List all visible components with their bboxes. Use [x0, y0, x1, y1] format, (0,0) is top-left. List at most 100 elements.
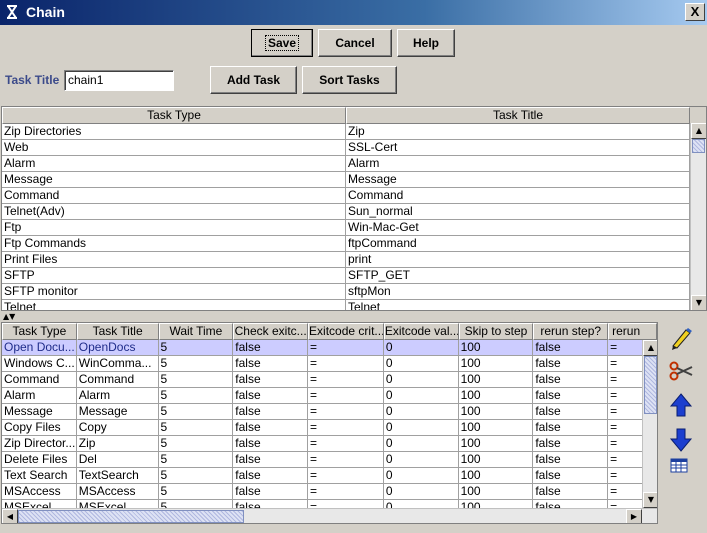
column-header-task-title[interactable]: Task Title	[76, 323, 159, 340]
table-row[interactable]: Telnet Telnet	[2, 300, 706, 310]
skip-to-step-cell[interactable]: 100	[458, 452, 534, 468]
wait-time-cell[interactable]: 5	[158, 404, 234, 420]
exitcode-value-cell[interactable]: 0	[383, 468, 459, 484]
cut-scissors-icon[interactable]	[668, 358, 694, 384]
column-header-task-type[interactable]: Task Type	[2, 323, 77, 340]
scroll-down-icon[interactable]: ▼	[643, 492, 657, 508]
column-header-wait-time[interactable]: Wait Time	[158, 323, 234, 340]
exitcode-criteria-cell[interactable]: =	[308, 372, 384, 388]
close-button[interactable]: X	[685, 3, 705, 21]
exitcode-criteria-cell[interactable]: =	[308, 436, 384, 452]
task-title-cell[interactable]: print	[346, 252, 690, 268]
task-title-cell[interactable]: SFTP_GET	[346, 268, 690, 284]
task-title-cell[interactable]: Message	[346, 172, 690, 188]
task-title-cell[interactable]: Command	[346, 188, 690, 204]
table-row[interactable]: Zip Director... Zip 5 false = 0 100 false =	[2, 436, 657, 452]
skip-to-step-cell[interactable]: 100	[458, 404, 534, 420]
column-header-check-exitcode[interactable]: Check exitc...	[233, 323, 309, 340]
rerun-step-cell[interactable]: false	[533, 388, 609, 404]
exitcode-criteria-cell[interactable]: =	[308, 468, 384, 484]
task-type-cell[interactable]: Message	[2, 172, 346, 188]
save-button[interactable]: Save	[251, 29, 313, 57]
chain-steps-vscrollbar[interactable]: ▲ ▼	[642, 340, 657, 508]
task-types-vscrollbar[interactable]: ▲ ▼	[690, 123, 706, 310]
task-title-input[interactable]: chain1	[64, 70, 174, 91]
table-row[interactable]: Message Message	[2, 172, 706, 188]
task-title-cell[interactable]: Zip	[76, 436, 159, 452]
exitcode-criteria-cell[interactable]: =	[308, 500, 384, 508]
wait-time-cell[interactable]: 5	[158, 356, 234, 372]
hscroll-thumb[interactable]	[18, 510, 244, 523]
skip-to-step-cell[interactable]: 100	[458, 372, 534, 388]
table-row[interactable]: Command Command 5 false = 0 100 false =	[2, 372, 657, 388]
task-title-cell[interactable]: MSAccess	[76, 484, 159, 500]
task-type-cell[interactable]: Windows C...	[2, 356, 77, 372]
task-title-cell[interactable]: Command	[76, 372, 159, 388]
table-row[interactable]: Alarm Alarm 5 false = 0 100 false =	[2, 388, 657, 404]
check-exitcode-cell[interactable]: false	[233, 420, 309, 436]
check-exitcode-cell[interactable]: false	[233, 372, 309, 388]
wait-time-cell[interactable]: 5	[158, 468, 234, 484]
rerun-step-cell[interactable]: false	[533, 484, 609, 500]
rerun-step-cell[interactable]: false	[533, 436, 609, 452]
exitcode-value-cell[interactable]: 0	[384, 500, 459, 508]
task-title-cell[interactable]: Zip	[346, 124, 690, 140]
task-title-cell[interactable]: Alarm	[346, 156, 690, 172]
table-row[interactable]: Message Message 5 false = 0 100 false =	[2, 404, 657, 420]
check-exitcode-cell[interactable]: false	[233, 484, 309, 500]
exitcode-value-cell[interactable]: 0	[383, 420, 459, 436]
task-title-cell[interactable]: TextSearch	[76, 468, 159, 484]
task-type-cell[interactable]: Delete Files	[2, 452, 77, 468]
skip-to-step-cell[interactable]: 100	[458, 388, 534, 404]
table-row[interactable]: Copy Files Copy 5 false = 0 100 false =	[2, 420, 657, 436]
table-row[interactable]: MSAccess MSAccess 5 false = 0 100 false =	[2, 484, 657, 500]
sort-tasks-button[interactable]: Sort Tasks	[302, 66, 397, 94]
wait-time-cell[interactable]: 5	[158, 388, 234, 404]
wait-time-cell[interactable]: 5	[159, 500, 234, 508]
task-title-cell[interactable]: WinComma...	[76, 356, 159, 372]
exitcode-value-cell[interactable]: 0	[383, 436, 459, 452]
rerun-step-cell[interactable]: false	[533, 372, 609, 388]
table-row[interactable]: Web SSL-Cert	[2, 140, 706, 156]
table-row[interactable]: Zip Directories Zip	[2, 124, 706, 140]
task-type-cell[interactable]: Telnet	[2, 300, 346, 310]
task-type-cell[interactable]: Copy Files	[2, 420, 77, 436]
check-exitcode-cell[interactable]: false	[233, 436, 309, 452]
skip-to-step-cell[interactable]: 100	[458, 420, 534, 436]
wait-time-cell[interactable]: 5	[158, 420, 234, 436]
skip-to-step-cell[interactable]: 100	[458, 484, 534, 500]
column-header-task-type[interactable]: Task Type	[2, 107, 346, 124]
task-type-cell[interactable]: Zip Directories	[2, 124, 346, 140]
skip-to-step-cell[interactable]: 100	[459, 500, 534, 508]
table-row[interactable]: Alarm Alarm	[2, 156, 706, 172]
exitcode-criteria-cell[interactable]: =	[308, 340, 384, 356]
table-properties-icon[interactable]	[670, 457, 688, 475]
skip-to-step-cell[interactable]: 100	[458, 356, 534, 372]
exitcode-criteria-cell[interactable]: =	[308, 404, 384, 420]
exitcode-value-cell[interactable]: 0	[383, 452, 459, 468]
cancel-button[interactable]: Cancel	[318, 29, 392, 57]
help-button[interactable]: Help	[397, 29, 455, 57]
split-pane-divider[interactable]: ▲▼	[0, 312, 707, 321]
task-title-cell[interactable]: ftpCommand	[346, 236, 690, 252]
task-type-cell[interactable]: Alarm	[2, 388, 77, 404]
task-title-cell[interactable]: SSL-Cert	[346, 140, 690, 156]
collapse-arrows-icon[interactable]: ▲▼	[3, 312, 15, 321]
column-header-rerun[interactable]: rerun	[608, 323, 657, 340]
task-title-cell[interactable]: Telnet	[346, 300, 690, 310]
rerun-step-cell[interactable]: false	[533, 500, 609, 508]
task-type-cell[interactable]: Message	[2, 404, 77, 420]
task-type-cell[interactable]: Alarm	[2, 156, 346, 172]
table-row[interactable]: Print Files print	[2, 252, 706, 268]
table-row[interactable]: Delete Files Del 5 false = 0 100 false =	[2, 452, 657, 468]
scroll-down-icon[interactable]: ▼	[691, 295, 706, 310]
exitcode-criteria-cell[interactable]: =	[308, 388, 384, 404]
task-type-cell[interactable]: Print Files	[2, 252, 346, 268]
rerun-step-cell[interactable]: false	[533, 404, 609, 420]
table-row[interactable]: Ftp Win-Mac-Get	[2, 220, 706, 236]
exitcode-value-cell[interactable]: 0	[383, 388, 459, 404]
move-up-arrow-icon[interactable]	[668, 392, 694, 418]
table-row[interactable]: Telnet(Adv) Sun_normal	[2, 204, 706, 220]
table-row[interactable]: Windows C... WinComma... 5 false = 0 100 false =	[2, 356, 657, 372]
task-title-cell[interactable]: MSExcel	[77, 500, 159, 508]
